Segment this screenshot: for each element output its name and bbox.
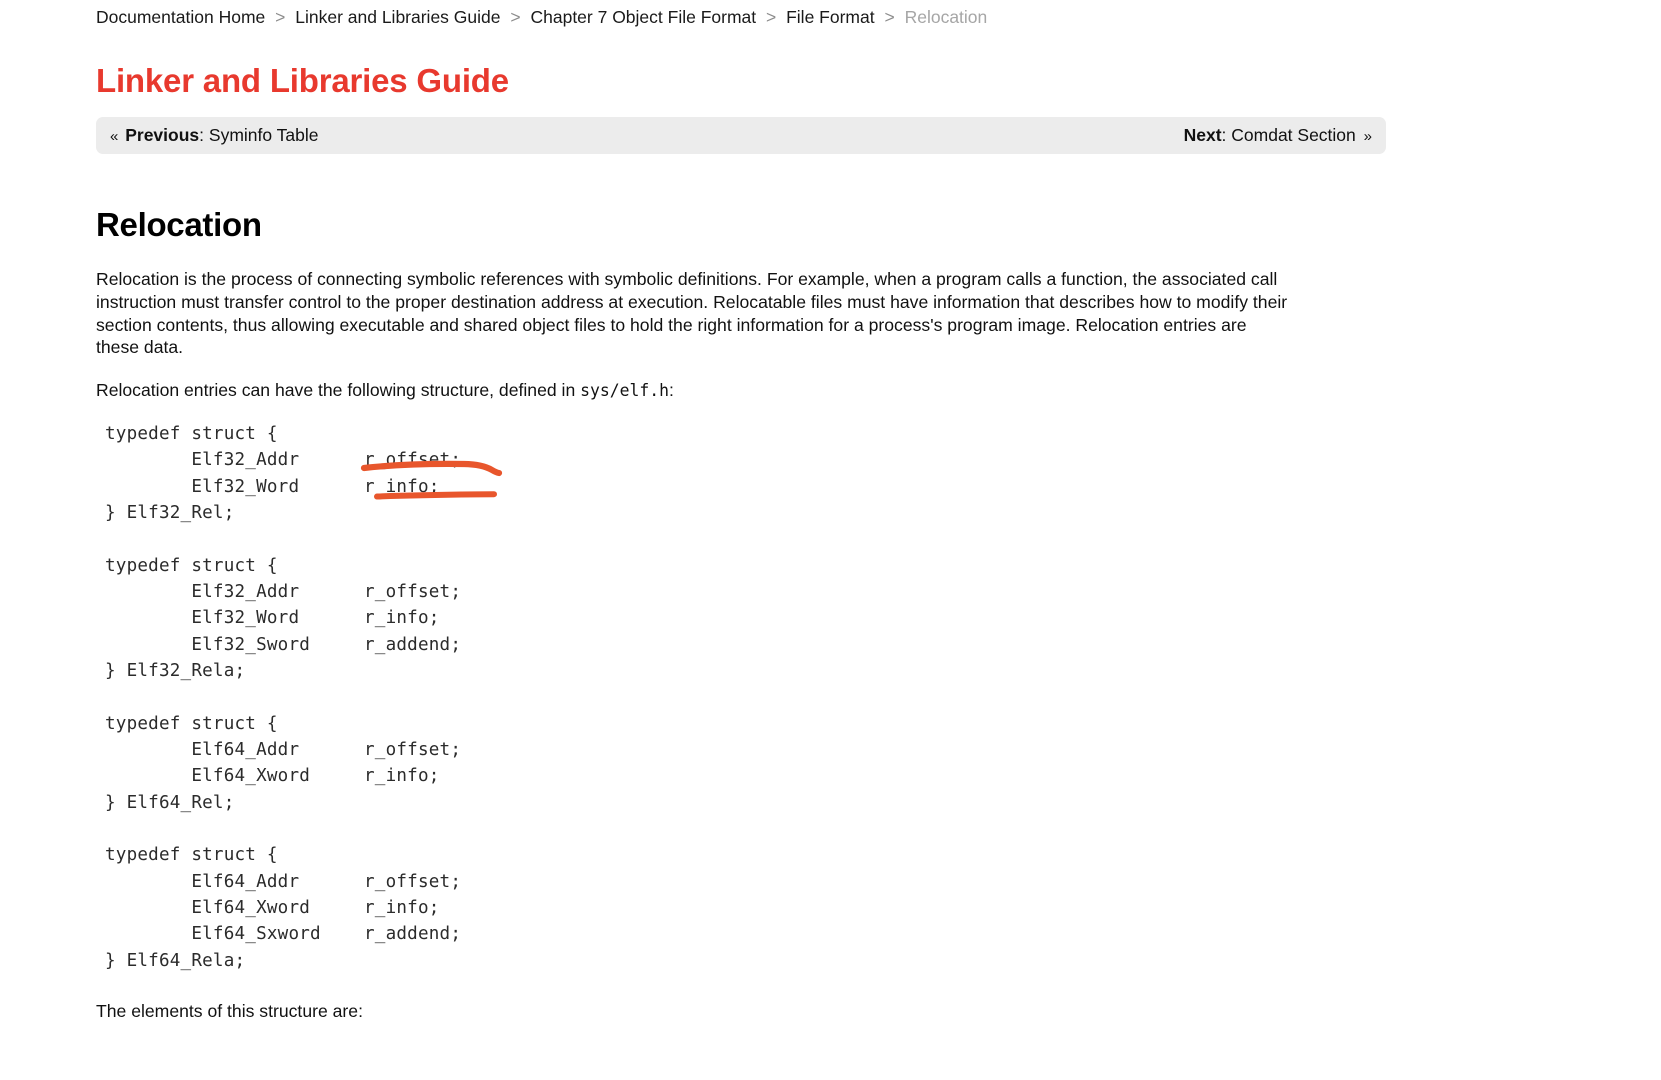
breadcrumb-item-chapter-7-object-file-format[interactable]: Chapter 7 Object File Format <box>530 7 756 27</box>
next-page-link[interactable]: Next: Comdat Section » <box>1184 125 1372 146</box>
breadcrumb-separator: > <box>275 7 286 27</box>
previous-target-title: Syminfo Table <box>208 125 319 145</box>
content-column: Documentation Home > Linker and Librarie… <box>96 0 1386 1041</box>
code-block-elf32-rela: typedef struct { Elf32_Addr r_offset; El… <box>105 555 462 682</box>
previous-separator: : <box>199 125 209 145</box>
closing-paragraph: The elements of this structure are: <box>96 1001 363 1022</box>
double-chevron-left-icon: « <box>110 128 119 145</box>
next-label: Next <box>1183 125 1222 145</box>
intro-paragraph: Relocation is the process of connecting … <box>96 269 1288 358</box>
code-block-elf32-rel: typedef struct { Elf32_Addr r_offset; El… <box>105 423 462 524</box>
structure-lead-in-text: Relocation entries can have the followin… <box>96 380 576 401</box>
double-chevron-right-icon: » <box>1363 128 1372 145</box>
next-target-title: Comdat Section <box>1231 125 1356 145</box>
structure-lead-in-colon: : <box>668 380 674 401</box>
breadcrumb-separator: > <box>884 7 895 27</box>
breadcrumb-item-file-format[interactable]: File Format <box>786 7 874 27</box>
previous-page-link[interactable]: « Previous: Syminfo Table <box>110 125 319 146</box>
page-title: Relocation <box>96 206 262 243</box>
next-separator: : <box>1221 125 1232 145</box>
breadcrumb-item-documentation-home[interactable]: Documentation Home <box>96 7 265 27</box>
breadcrumb-item-linker-and-libraries-guide[interactable]: Linker and Libraries Guide <box>295 7 500 27</box>
breadcrumb-separator: > <box>510 7 521 27</box>
breadcrumb-separator: > <box>766 7 777 27</box>
header-file-name: sys/elf.h <box>580 381 669 401</box>
prev-next-navigation-bar: « Previous: Syminfo Table Next: Comdat S… <box>96 117 1386 154</box>
breadcrumb-item-relocation-current: Relocation <box>904 7 988 27</box>
site-title: Linker and Libraries Guide <box>96 62 509 99</box>
code-block-elf64-rela: typedef struct { Elf64_Addr r_offset; El… <box>105 845 462 971</box>
documentation-page: Documentation Home > Linker and Librarie… <box>0 0 1661 1080</box>
code-blocks-container: typedef struct { Elf32_Addr r_offset; El… <box>96 421 1386 974</box>
breadcrumb: Documentation Home > Linker and Librarie… <box>96 0 1386 30</box>
code-block-elf64-rel: typedef struct { Elf64_Addr r_offset; El… <box>105 713 462 813</box>
previous-label: Previous <box>125 125 200 145</box>
structure-lead-in-paragraph: Relocation entries can have the followin… <box>96 379 1288 403</box>
